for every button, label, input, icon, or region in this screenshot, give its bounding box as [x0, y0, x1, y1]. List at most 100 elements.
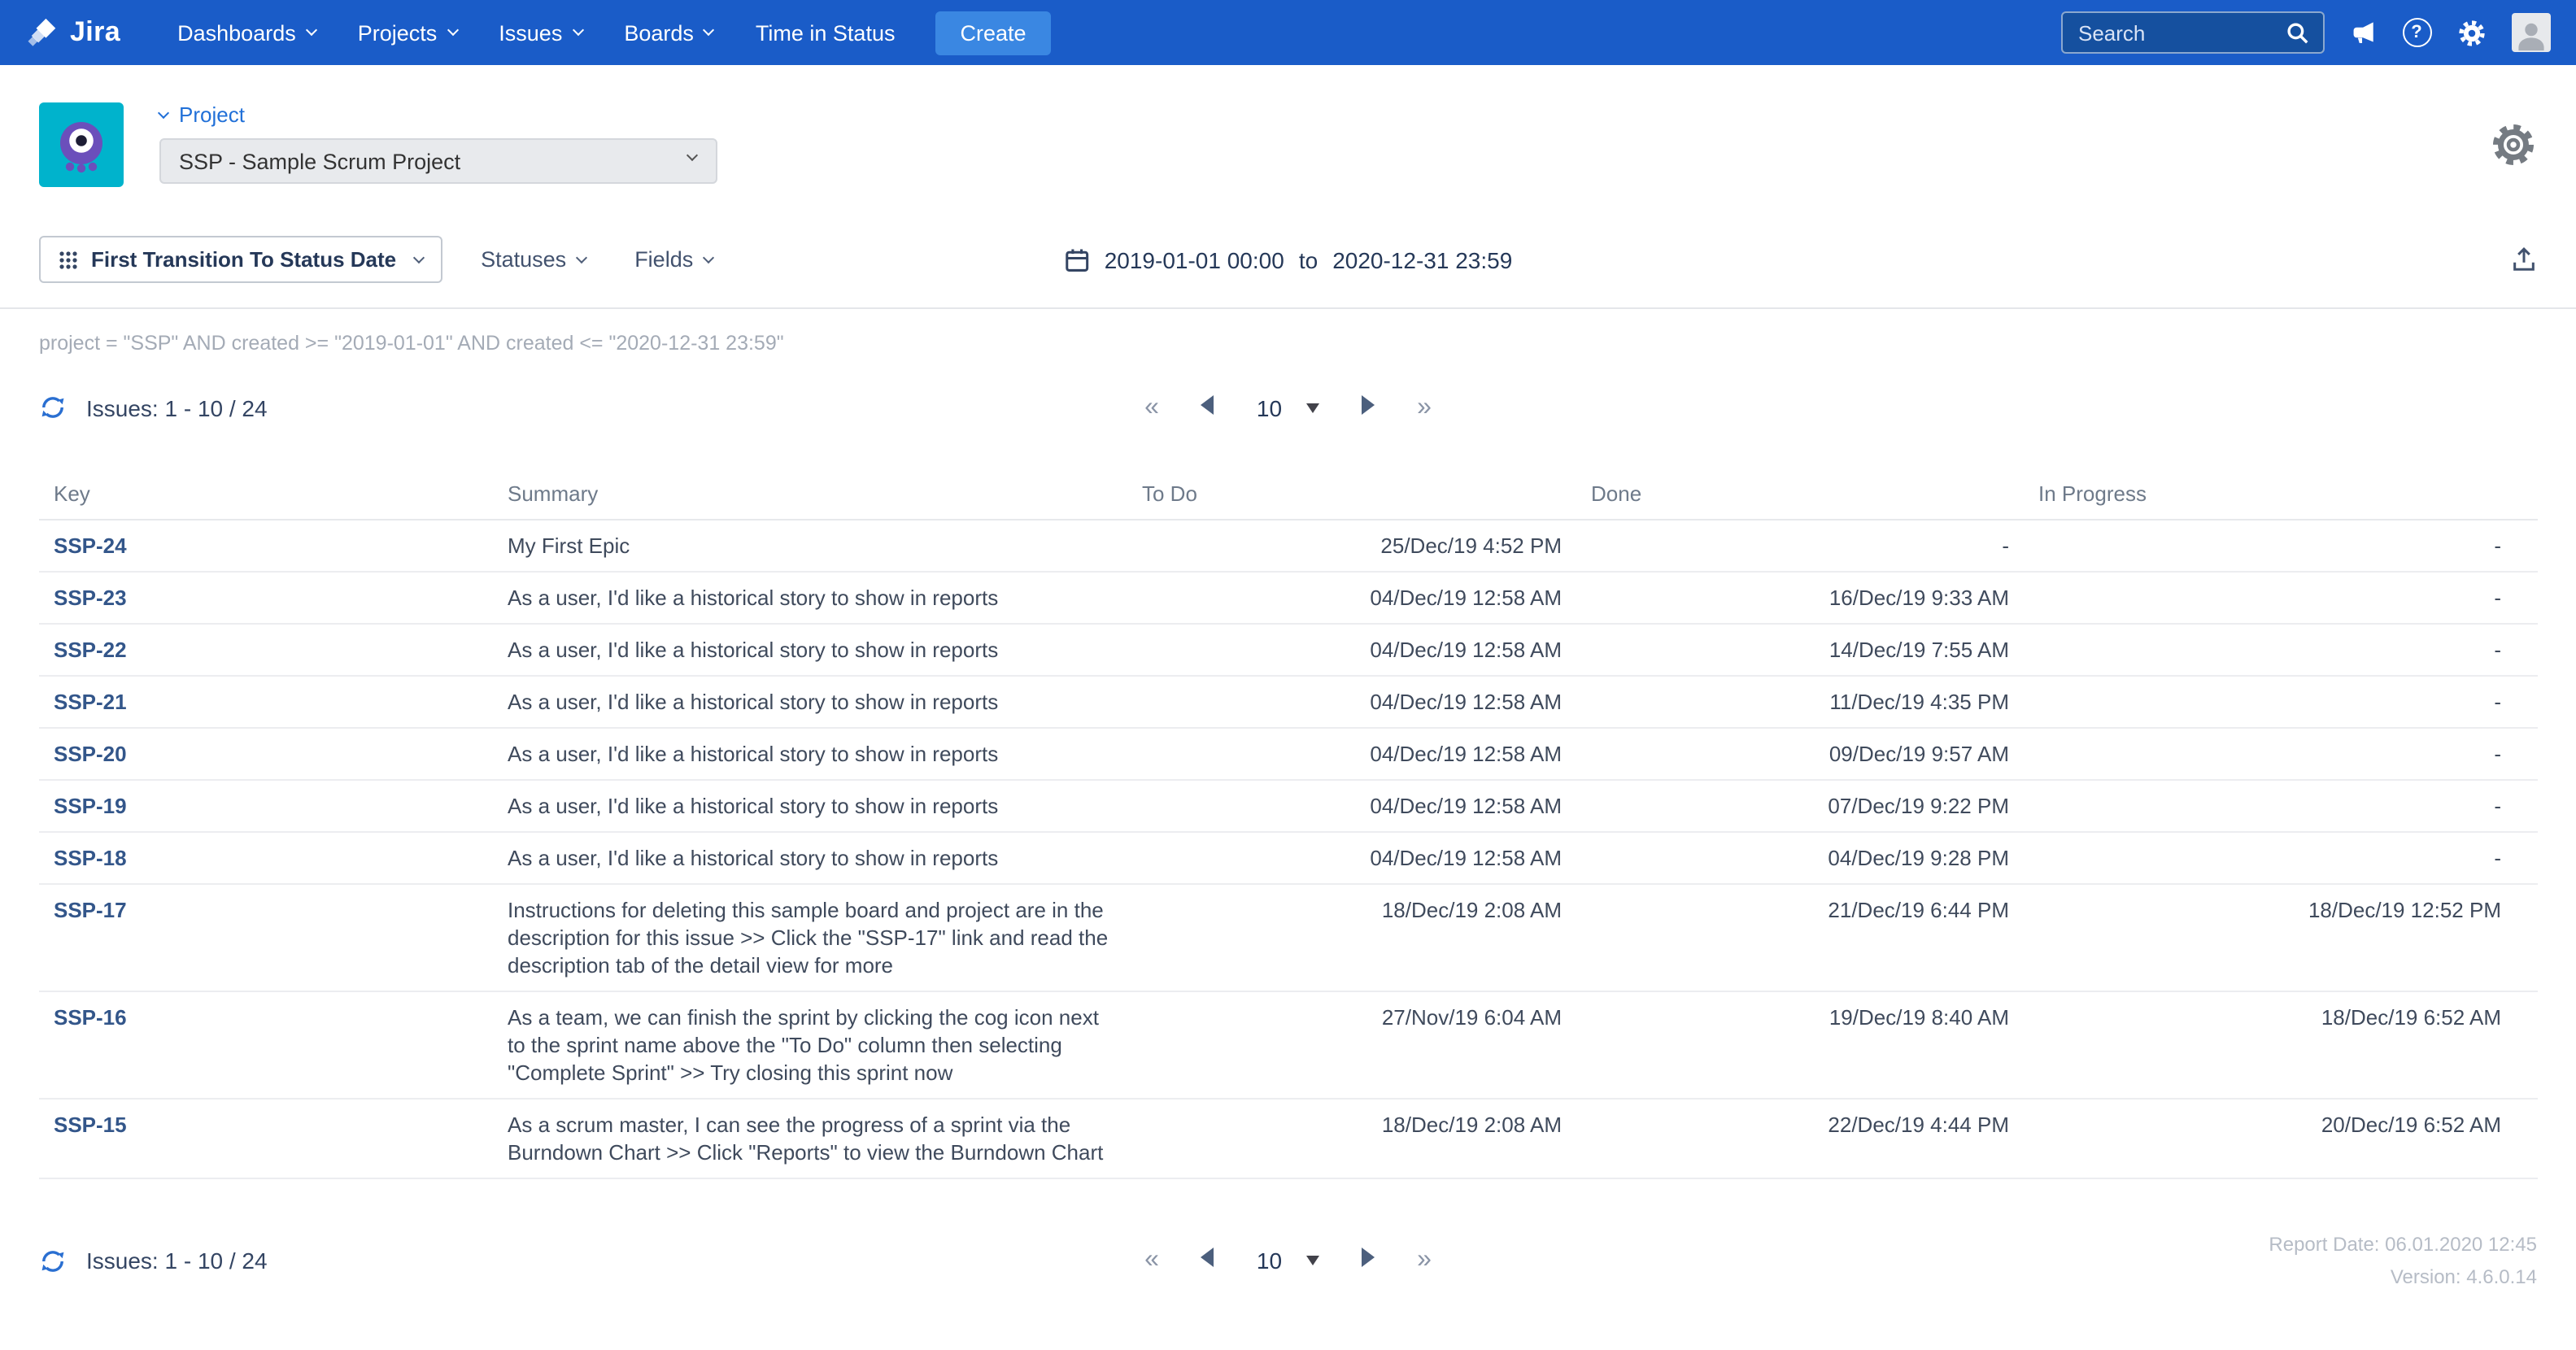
col-header-inprogress[interactable]: In Progress — [2024, 467, 2537, 520]
issue-todo-date: 18/Dec/19 2:08 AM — [1127, 1099, 1576, 1179]
next-page-button[interactable] — [1362, 1248, 1375, 1274]
nav-item-label: Dashboards — [177, 20, 296, 45]
issue-key-cell: SSP-20 — [39, 728, 493, 781]
next-triangle-icon — [1362, 1248, 1375, 1267]
issue-todo-date: 04/Dec/19 12:58 AM — [1127, 832, 1576, 885]
issue-todo-date: 04/Dec/19 12:58 AM — [1127, 572, 1576, 625]
issue-key-cell: SSP-22 — [39, 624, 493, 677]
table-row: SSP-21 As a user, I'd like a historical … — [39, 676, 2537, 729]
chevron-down-icon — [157, 107, 170, 120]
col-header-summary[interactable]: Summary — [493, 467, 1127, 520]
nav-item-time-in-status[interactable]: Time in Status — [734, 0, 917, 65]
prev-page-button[interactable] — [1201, 1248, 1214, 1274]
nav-item-issues[interactable]: Issues — [477, 0, 603, 65]
prev-page-button[interactable] — [1201, 394, 1214, 420]
issue-key-link[interactable]: SSP-17 — [54, 898, 127, 922]
issue-done-date: 22/Dec/19 4:44 PM — [1576, 1099, 2024, 1179]
issue-key-link[interactable]: SSP-22 — [54, 638, 127, 662]
issue-inprogress-date: - — [2024, 780, 2537, 833]
first-page-button[interactable]: « — [1144, 394, 1159, 420]
col-header-key[interactable]: Key — [39, 467, 493, 520]
issue-done-date: 11/Dec/19 4:35 PM — [1576, 676, 2024, 729]
issue-key-link[interactable]: SSP-24 — [54, 533, 127, 558]
date-separator: to — [1298, 246, 1319, 272]
issue-done-date: 14/Dec/19 7:55 AM — [1576, 624, 2024, 677]
issue-inprogress-date: - — [2024, 832, 2537, 885]
col-header-done[interactable]: Done — [1576, 467, 2024, 520]
issue-inprogress-date: - — [2024, 624, 2537, 677]
report-settings-gear-icon[interactable] — [2488, 120, 2537, 169]
issue-todo-date: 25/Dec/19 4:52 PM — [1127, 520, 1576, 573]
report-date-label: Report Date: 06.01.2020 12:45 — [2269, 1233, 2537, 1256]
refresh-icon[interactable] — [39, 394, 67, 421]
project-type-dropdown[interactable]: Project — [157, 102, 717, 127]
nav-item-boards[interactable]: Boards — [603, 0, 734, 65]
report-toolbar: First Transition To Status Date Statuses… — [0, 187, 2576, 309]
dropdown-arrow-icon — [1306, 403, 1320, 412]
search-box — [2060, 11, 2324, 54]
issue-inprogress-date: 20/Dec/19 6:52 AM — [2024, 1099, 2537, 1179]
issue-key-link[interactable]: SSP-19 — [54, 794, 127, 818]
report-type-button[interactable]: First Transition To Status Date — [39, 236, 442, 283]
pagination-top: « 10 » — [1144, 394, 1432, 420]
settings-gear-icon[interactable] — [2456, 17, 2487, 48]
issues-table: Key Summary To Do Done In Progress SSP-2… — [39, 467, 2537, 1179]
issue-key-link[interactable]: SSP-23 — [54, 586, 127, 610]
chevron-down-icon — [572, 24, 584, 37]
project-select[interactable]: SSP - Sample Scrum Project — [159, 138, 717, 184]
issues-bar-bottom: Issues: 1 - 10 / 24 « 10 » Report Date: … — [0, 1179, 2576, 1309]
prev-triangle-icon — [1201, 394, 1214, 414]
search-input[interactable] — [2075, 19, 2285, 46]
issues-count-label: Issues: 1 - 10 / 24 — [86, 394, 268, 420]
nav-right: ? — [2060, 11, 2550, 54]
page-size-select[interactable]: 10 — [1257, 394, 1320, 420]
issue-key-link[interactable]: SSP-21 — [54, 690, 127, 714]
issue-done-date: 04/Dec/19 9:28 PM — [1576, 832, 2024, 885]
issue-summary-cell: As a user, I'd like a historical story t… — [493, 572, 1127, 625]
last-page-button[interactable]: » — [1417, 394, 1432, 420]
jira-home-link[interactable]: Jira — [26, 16, 120, 49]
issue-todo-date: 04/Dec/19 12:58 AM — [1127, 780, 1576, 833]
next-page-button[interactable] — [1362, 394, 1375, 420]
issue-key-link[interactable]: SSP-18 — [54, 846, 127, 870]
announcement-icon[interactable] — [2348, 18, 2378, 47]
create-button[interactable]: Create — [935, 11, 1051, 54]
issue-key-link[interactable]: SSP-16 — [54, 1005, 127, 1030]
issue-summary-cell: As a team, we can finish the sprint by c… — [493, 991, 1127, 1100]
jira-logo-icon — [26, 16, 59, 49]
export-icon[interactable] — [2509, 246, 2537, 273]
user-avatar[interactable] — [2511, 13, 2550, 52]
issue-todo-date: 04/Dec/19 12:58 AM — [1127, 624, 1576, 677]
fields-label: Fields — [634, 247, 694, 272]
date-range-picker[interactable]: 2019-01-01 00:00 to 2020-12-31 23:59 — [1064, 246, 1512, 272]
version-label: Version: 4.6.0.14 — [2390, 1265, 2537, 1288]
issue-key-link[interactable]: SSP-20 — [54, 742, 127, 766]
project-type-label: Project — [179, 102, 245, 127]
issue-inprogress-date: 18/Dec/19 12:52 PM — [2024, 884, 2537, 992]
nav-item-label: Time in Status — [755, 20, 896, 45]
issues-count-group: Issues: 1 - 10 / 24 — [39, 1247, 1144, 1274]
page-size-select[interactable]: 10 — [1257, 1248, 1320, 1274]
issue-key-cell: SSP-21 — [39, 676, 493, 729]
date-from: 2019-01-01 00:00 — [1104, 246, 1284, 272]
search-icon[interactable] — [2285, 20, 2309, 45]
issues-count-label: Issues: 1 - 10 / 24 — [86, 1248, 268, 1274]
issue-done-date: - — [1576, 520, 2024, 573]
report-type-label: First Transition To Status Date — [91, 247, 397, 272]
issue-key-link[interactable]: SSP-15 — [54, 1113, 127, 1137]
nav-item-label: Boards — [624, 20, 694, 45]
nav-item-dashboards[interactable]: Dashboards — [156, 0, 337, 65]
grid-icon — [59, 250, 78, 269]
dropdown-arrow-icon — [1306, 1256, 1320, 1265]
issue-todo-date: 27/Nov/19 6:04 AM — [1127, 991, 1576, 1100]
refresh-icon[interactable] — [39, 1247, 67, 1274]
nav-item-label: Issues — [499, 20, 563, 45]
col-header-todo[interactable]: To Do — [1127, 467, 1576, 520]
help-icon[interactable]: ? — [2402, 18, 2431, 47]
nav-item-projects[interactable]: Projects — [337, 0, 478, 65]
first-page-button[interactable]: « — [1144, 1247, 1159, 1274]
fields-dropdown[interactable]: Fields — [634, 247, 715, 272]
prev-triangle-icon — [1201, 1248, 1214, 1267]
last-page-button[interactable]: » — [1417, 1247, 1432, 1274]
statuses-dropdown[interactable]: Statuses — [481, 247, 588, 272]
